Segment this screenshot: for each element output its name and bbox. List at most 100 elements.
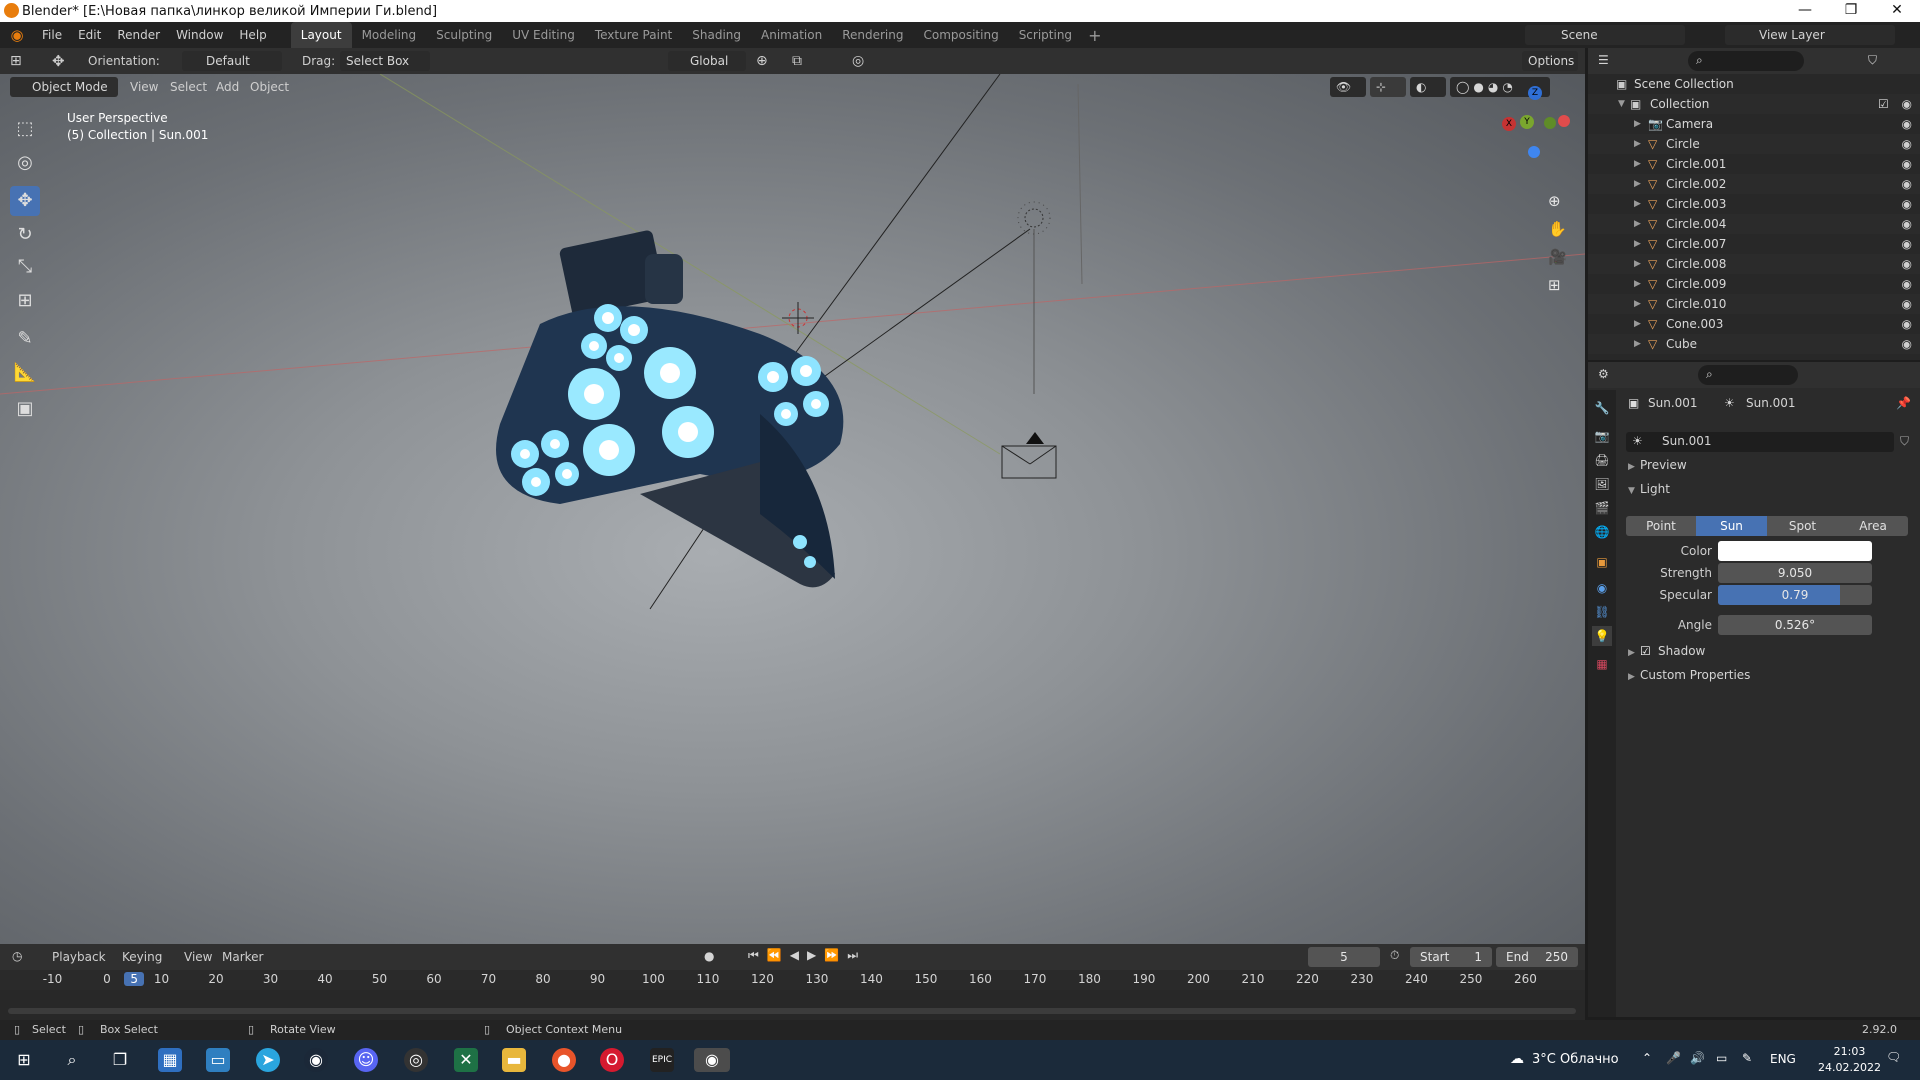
outliner-row-item[interactable]: ▶ ▽ Circle.001 ◉ [1588,154,1920,174]
options-dropdown[interactable]: Options [1522,51,1578,71]
eye-icon[interactable]: ◉ [1902,114,1912,134]
snap-icon[interactable]: ⧉ [792,51,802,71]
view-layer-selector[interactable]: View Layer [1725,25,1895,45]
light-datablock-field[interactable]: ☀ Sun.001 [1626,432,1894,452]
menu-file[interactable]: File [34,22,70,48]
expand-icon[interactable]: ▶ [1634,234,1641,254]
drag-dropdown[interactable]: Select Box [340,51,430,71]
navigation-gizmo[interactable]: Z X Y [1500,86,1570,166]
clock[interactable]: 21:03 24.02.2022 [1818,1044,1881,1076]
end-frame-field[interactable]: End 250 [1496,947,1578,967]
constraints-tab-icon[interactable]: ⛓ [1592,602,1612,622]
outliner-row-item[interactable]: ▶ ▽ Cone.003 ◉ [1588,314,1920,334]
eye-icon[interactable]: ◉ [1902,194,1912,214]
keying-menu[interactable]: Keying [122,947,162,967]
tray-chevron-icon[interactable]: ⌃ [1642,1051,1652,1065]
pen-icon[interactable]: ✎ [1742,1051,1752,1065]
expand-icon[interactable]: ▶ [1634,134,1641,154]
outliner-row-item[interactable]: ▶ ▽ Circle.004 ◉ [1588,214,1920,234]
view-menu[interactable]: View [184,947,212,967]
render-tab-icon[interactable]: 📷 [1592,426,1612,446]
marker-menu[interactable]: Marker [222,947,263,967]
expand-icon[interactable]: ▶ [1634,174,1641,194]
expand-icon[interactable]: ▶ [1634,294,1641,314]
gizmo-x-icon[interactable]: X [1502,117,1516,131]
blender-menu-icon[interactable]: ◉ [0,26,34,44]
next-keyframe-icon[interactable]: ⏩ [824,948,839,963]
calculator-icon[interactable]: ▦ [158,1048,182,1072]
light-type-area[interactable]: Area [1838,516,1908,536]
expand-icon[interactable]: ▶ [1634,314,1641,334]
telegram-icon[interactable]: ➤ [256,1048,280,1072]
expand-icon[interactable]: ▶ [1634,114,1641,134]
tab-scripting[interactable]: Scripting [1009,22,1082,48]
outliner-editor-icon[interactable]: ☰ [1598,53,1609,67]
orientation-dropdown[interactable]: Default [182,51,282,71]
eye-icon[interactable]: ◉ [1902,234,1912,254]
light-data-tab-icon[interactable]: 💡 [1592,626,1612,646]
3d-viewport[interactable]: Object Mode View Select Add Object 👁 ⊹ ◐… [0,74,1585,944]
collapse-icon[interactable]: ▶ [1628,648,1635,658]
frame-ruler[interactable]: -10 0 5 10 20 30 40 50 60 70 80 90 100 110 120 130 140 15… [0,970,1585,990]
eye-icon[interactable]: ◉ [1902,274,1912,294]
fake-user-icon[interactable]: ⛉ [1900,434,1909,449]
blender-taskbar-icon[interactable]: ◉ [694,1048,730,1072]
outliner-row-collection[interactable]: ▼ ▣ Collection ☑ ◉ [1588,94,1920,114]
outliner-row-item[interactable]: ▶ ▽ Circle.007 ◉ [1588,234,1920,254]
expand-icon[interactable]: ▶ [1634,334,1641,354]
light-type-point[interactable]: Point [1626,516,1696,536]
ortho-toggle-icon[interactable]: ⊞ [1548,276,1567,294]
record-icon[interactable]: ● [704,949,714,963]
properties-search-input[interactable]: ⌕ [1698,365,1798,385]
steam-icon[interactable]: ◉ [304,1048,328,1072]
outliner-row-scene-collection[interactable]: ▣ Scene Collection [1588,74,1920,94]
properties-editor-icon[interactable]: ⚙ [1598,367,1609,381]
outliner-row-item[interactable]: ▶ ▽ Circle.010 ◉ [1588,294,1920,314]
minimize-button[interactable]: — [1782,0,1828,22]
current-frame-field[interactable]: 5 [1308,947,1380,967]
shadow-checkbox[interactable]: ☑ [1640,644,1651,658]
physics-tab-icon[interactable]: ◉ [1592,578,1612,598]
prev-keyframe-icon[interactable]: ⏪ [767,948,782,963]
origin-icon[interactable]: ● [552,1048,576,1072]
browser-icon[interactable]: ◎ [404,1048,428,1072]
specular-slider[interactable]: 0.79 [1718,585,1872,605]
proportional-edit-icon[interactable]: ◎ [852,51,864,71]
section-preview[interactable]: Preview [1640,458,1687,472]
scene-selector[interactable]: Scene [1525,25,1685,45]
tab-texture-paint[interactable]: Texture Paint [585,22,682,48]
pin-icon[interactable]: 📌 [1896,396,1911,410]
outliner-row-item[interactable]: ▶ ▽ Circle ◉ [1588,134,1920,154]
expand-icon[interactable]: ▶ [1634,194,1641,214]
gizmo-neg-y-icon[interactable] [1544,117,1556,129]
outliner-row-item[interactable]: ▶ ▽ Cube ◉ [1588,334,1920,354]
task-view-icon[interactable]: ❐ [108,1048,132,1072]
eye-icon[interactable]: ◉ [1902,294,1912,314]
opera-icon[interactable]: O [600,1048,624,1072]
collapse-icon[interactable]: ▶ [1628,672,1635,682]
outliner-row-item[interactable]: ▶ ▽ Circle.003 ◉ [1588,194,1920,214]
expand-icon[interactable]: ▼ [1618,94,1625,114]
view-layer-tab-icon[interactable]: 🖼 [1592,474,1612,494]
light-type-spot[interactable]: Spot [1767,516,1838,536]
play-icon[interactable]: ▶ [807,948,816,963]
expand-icon[interactable]: ▶ [1634,214,1641,234]
network-icon[interactable]: ▭ [1716,1051,1727,1065]
discord-icon[interactable]: ☺ [354,1048,378,1072]
pan-view-icon[interactable]: ✋ [1548,220,1567,238]
gizmo-neg-z-icon[interactable] [1528,146,1540,158]
jump-end-icon[interactable]: ⏭ [847,948,858,963]
eye-icon[interactable]: ◉ [1902,254,1912,274]
camera-view-icon[interactable]: 🎥 [1548,248,1567,266]
tab-rendering[interactable]: Rendering [832,22,913,48]
outliner-row-item[interactable]: ▶ 📷 Camera ◉ [1588,114,1920,134]
outliner-search-input[interactable]: ⌕ [1688,51,1804,71]
volume-icon[interactable]: 🔊 [1690,1051,1705,1065]
section-shadow[interactable]: Shadow [1658,644,1705,658]
expand-icon[interactable]: ▶ [1634,154,1641,174]
desktop-app-icon[interactable]: ▭ [206,1048,230,1072]
notifications-icon[interactable]: 🗨 [1886,1050,1901,1064]
strength-field[interactable]: 9.050 [1718,563,1872,583]
texture-tab-icon[interactable]: ▦ [1592,654,1612,674]
color-swatch[interactable] [1718,541,1872,561]
